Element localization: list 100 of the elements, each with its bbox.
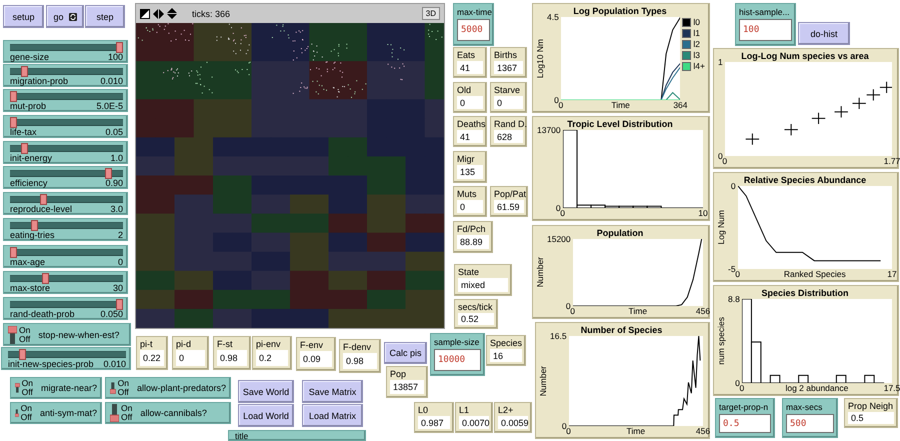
- slider[interactable]: migration-prob 0.010: [3, 64, 128, 87]
- slider[interactable]: reproduce-level 3.0: [3, 192, 128, 215]
- command-button[interactable]: step: [85, 5, 125, 28]
- command-button[interactable]: setup: [3, 5, 44, 28]
- slider-label: max-store: [10, 284, 50, 293]
- slider-value: 0.010: [103, 360, 126, 369]
- slider[interactable]: init-new-species-prob 0.010: [1, 347, 131, 370]
- slider-thumb[interactable]: [42, 273, 49, 284]
- half-filled-square-icon[interactable]: [140, 8, 150, 18]
- plot-title: Relative Species Abundance: [742, 174, 868, 186]
- monitor-label: secs/tick: [458, 302, 494, 312]
- slider-track[interactable]: [10, 42, 123, 53]
- left-right-arrows-icon[interactable]: [153, 8, 164, 18]
- off-label: Off: [121, 413, 132, 422]
- view-3d-button[interactable]: 3D: [422, 7, 440, 20]
- command-button[interactable]: Load World: [238, 404, 294, 427]
- tick-label: 10: [698, 208, 708, 218]
- toggle-switch[interactable]: [110, 404, 119, 422]
- slider-track[interactable]: [10, 273, 123, 284]
- slider-label: migration-prob: [10, 77, 68, 86]
- slider[interactable]: init-energy 1.0: [3, 141, 128, 164]
- slider-thumb[interactable]: [116, 299, 123, 310]
- tick-label: 0: [718, 151, 723, 161]
- slider[interactable]: max-store 30: [3, 271, 128, 294]
- switch-label: allow-plant-predators?: [136, 383, 226, 393]
- monitor-value: 0: [176, 350, 205, 366]
- slider-label: reproduce-level: [10, 205, 72, 214]
- slider[interactable]: eating-tries 2: [3, 218, 128, 241]
- input-field[interactable]: 500: [786, 414, 834, 433]
- slider-track[interactable]: [10, 299, 123, 310]
- command-button[interactable]: go: [46, 5, 84, 28]
- monitor-label: Starve: [494, 85, 522, 95]
- monitor-value: 0.09: [300, 351, 332, 367]
- monitor-value: 0.52: [458, 313, 494, 325]
- slider-thumb[interactable]: [116, 42, 123, 53]
- slider-thumb[interactable]: [40, 194, 47, 205]
- monitor-label: F-st: [217, 339, 234, 349]
- command-button[interactable]: Save World: [238, 380, 294, 403]
- slider-thumb[interactable]: [20, 66, 28, 77]
- monitor-value: 0.987: [418, 416, 450, 429]
- slider[interactable]: efficiency 0.90: [3, 166, 128, 189]
- input-field[interactable]: 0.5: [719, 414, 771, 433]
- command-button[interactable]: Save Matrix: [302, 380, 363, 403]
- slider-thumb[interactable]: [19, 349, 26, 360]
- ticks-label: ticks: 366: [192, 8, 232, 18]
- slider-thumb[interactable]: [10, 117, 17, 128]
- monitor-label: Births: [494, 50, 518, 60]
- slider[interactable]: mut-prob 5.0E-5: [3, 89, 128, 112]
- input-field[interactable]: 10000: [434, 349, 481, 371]
- command-button[interactable]: do-hist: [798, 22, 850, 45]
- slider-thumb[interactable]: [105, 168, 112, 179]
- tick-label: 0: [560, 208, 565, 218]
- slider-label: efficiency: [10, 179, 48, 188]
- input-field[interactable]: 100: [739, 19, 792, 41]
- slider-thumb[interactable]: [20, 143, 28, 154]
- toggle-switch[interactable]: [8, 326, 17, 344]
- slider-thumb[interactable]: [10, 91, 17, 102]
- on-label: On: [20, 404, 32, 413]
- monitor-value: 41: [457, 130, 483, 143]
- command-button[interactable]: Load Matrix: [302, 404, 363, 427]
- on-label: On: [22, 379, 33, 388]
- slider-track[interactable]: [10, 91, 123, 102]
- slider[interactable]: max-age 0: [3, 245, 128, 268]
- monitor-value: 0: [494, 96, 523, 109]
- slider[interactable]: rand-death-prob 0.050: [3, 297, 128, 320]
- tick-label: 17: [887, 269, 897, 279]
- tick-label: 0: [739, 383, 744, 393]
- slider[interactable]: life-tax 0.05: [3, 115, 128, 138]
- monitor-label: Species: [490, 338, 522, 348]
- slider-track[interactable]: [10, 247, 123, 258]
- tick-label: 0: [564, 301, 571, 311]
- monitor-label: L0: [418, 405, 430, 415]
- tick-label: 0: [553, 95, 559, 105]
- monitor-label: Fd/Pch: [457, 224, 487, 234]
- slider-track[interactable]: [10, 168, 123, 179]
- command-button[interactable]: Calc pis: [384, 342, 427, 364]
- monitor-value: 88.89: [457, 235, 489, 249]
- slider[interactable]: gene-size 100: [3, 40, 128, 63]
- slider-track[interactable]: [8, 349, 126, 360]
- slider-value: 100: [108, 53, 123, 62]
- monitor-value: 0: [457, 96, 483, 109]
- slider-track[interactable]: [10, 194, 123, 205]
- plot-title: Species Distribution: [760, 287, 850, 299]
- monitor-value: 0.98: [217, 350, 247, 366]
- slider-track[interactable]: [10, 143, 123, 154]
- slider-label: init-new-species-prob: [8, 360, 94, 369]
- slider-value: 0.050: [100, 310, 123, 319]
- axis-label: Number: [535, 257, 545, 288]
- tick-label: 13700: [537, 125, 561, 135]
- slider-label: gene-size: [10, 53, 50, 62]
- slider-thumb[interactable]: [10, 247, 17, 258]
- slider-track[interactable]: [10, 117, 123, 128]
- tick-label: 0: [558, 100, 564, 110]
- up-down-arrows-icon[interactable]: [167, 8, 177, 19]
- slider-track[interactable]: [10, 220, 123, 231]
- input-field[interactable]: 5000: [457, 19, 490, 41]
- off-label: Off: [118, 388, 129, 397]
- slider-track[interactable]: [10, 66, 123, 77]
- slider-thumb[interactable]: [31, 220, 38, 231]
- tick-label: 364: [673, 100, 688, 110]
